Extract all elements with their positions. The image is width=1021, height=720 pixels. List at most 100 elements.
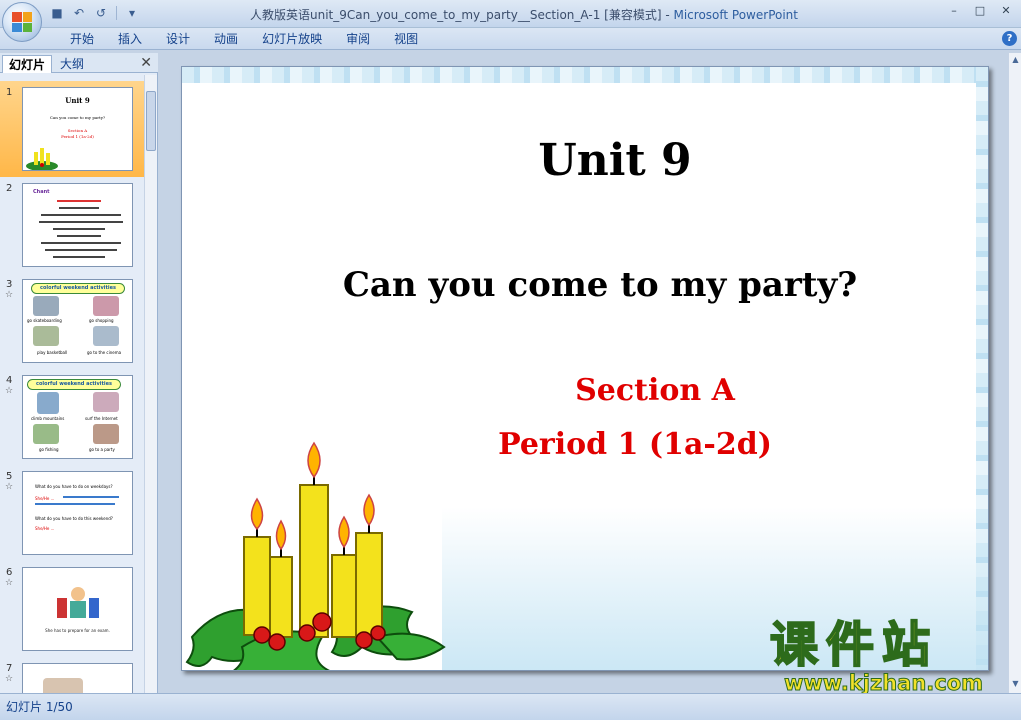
slide-preview: Chant: [22, 183, 133, 267]
slide-section[interactable]: Section A: [182, 373, 988, 408]
scrollbar-thumb[interactable]: [146, 91, 156, 151]
window-title: 人教版英语unit_9Can_you_come_to_my_party__Sec…: [250, 6, 798, 23]
status-bar: 幻灯片 1/50: [0, 693, 1021, 720]
activity-picture: [93, 296, 119, 316]
slide-thumbnail[interactable]: 3 ☆ colorful weekend activities go skate…: [0, 273, 144, 369]
thumb-answer: She/He ...: [35, 526, 55, 531]
slide-counter: 幻灯片 1/50: [6, 700, 73, 714]
scroll-down-icon[interactable]: ▼: [1009, 679, 1021, 693]
slide-preview: She has to prepare for an exam.: [22, 567, 133, 651]
activity-picture: [93, 392, 119, 412]
watermark-chinese: 课件站: [769, 617, 939, 673]
thumb-title: colorful weekend activities: [31, 283, 125, 294]
activity-picture: [93, 424, 119, 444]
customize-toolbar-icon[interactable]: ▾: [123, 4, 141, 22]
slides-panel: 幻灯片 大纲 ✕ 1 Unit 9 Can you come to my par…: [0, 53, 158, 693]
student-books-picture: [57, 587, 99, 618]
redo-icon[interactable]: ↺: [92, 4, 110, 22]
thumb-question: What do you have to do on weekdays?: [35, 484, 113, 489]
answer-line: [63, 496, 119, 498]
activity-label: climb mountains: [31, 416, 65, 421]
watermark-url: www.kjzhan.com: [784, 671, 984, 695]
slide-subtitle[interactable]: Can you come to my party?: [182, 265, 988, 305]
close-icon[interactable]: ✕: [997, 3, 1015, 19]
office-button[interactable]: [2, 2, 42, 42]
christmas-candles-picture: [185, 441, 446, 670]
help-icon[interactable]: ?: [1002, 31, 1017, 46]
thumb-title: Unit 9: [65, 96, 90, 105]
quick-access-toolbar: ■ ↶ ↺ ▾: [48, 4, 141, 22]
activity-label: go skateboarding: [27, 318, 62, 323]
thumb-period: Period 1 (1a-2d): [61, 134, 94, 139]
slide-preview: What do you have to do on weekdays? She/…: [22, 471, 133, 555]
activity-label: go shopping: [89, 318, 114, 323]
tab-home[interactable]: 开始: [58, 31, 106, 48]
slide-number: 3: [6, 279, 13, 290]
slide-preview: Unit 9 Can you come to my party? Section…: [22, 87, 133, 171]
activity-label: go fishing: [39, 447, 59, 452]
activity-label: play basketball: [37, 350, 68, 355]
tab-insert[interactable]: 插入: [106, 31, 154, 48]
activity-picture: [93, 326, 119, 346]
animation-icon: ☆: [5, 290, 14, 300]
animation-icon: ☆: [5, 674, 14, 684]
slide-scrollbar[interactable]: ▲ ▼: [1008, 53, 1021, 693]
slide-number: 6: [6, 567, 13, 578]
animation-icon: ☆: [5, 578, 14, 588]
title-bar: ■ ↶ ↺ ▾ 人教版英语unit_9Can_you_come_to_my_pa…: [0, 0, 1021, 28]
candles-icon: [26, 148, 58, 170]
close-panel-icon[interactable]: ✕: [140, 55, 152, 71]
scroll-up-icon[interactable]: ▲: [1009, 55, 1021, 69]
ribbon: 开始 插入 设计 动画 幻灯片放映 审阅 视图 ?: [0, 28, 1021, 50]
slide-thumbnail[interactable]: 7 ☆: [0, 657, 144, 693]
tab-slideshow[interactable]: 幻灯片放映: [250, 31, 334, 48]
toolbar-separator: [116, 6, 117, 20]
slide-thumbnail[interactable]: 6 ☆ She has to prepare for an exam.: [0, 561, 144, 657]
activity-label: go to a party: [89, 447, 115, 452]
activity-picture: [33, 424, 59, 444]
office-logo-icon: [12, 12, 32, 32]
slide-number: 5: [6, 471, 13, 482]
slide-thumbnail[interactable]: 4 ☆ colorful weekend activities climb mo…: [0, 369, 144, 465]
slide-number: 2: [6, 183, 13, 194]
activity-label: go to the cinema: [87, 350, 122, 355]
animation-icon: ☆: [5, 482, 14, 492]
thumbnail-scrollbar[interactable]: [144, 75, 157, 693]
maximize-icon[interactable]: □: [971, 3, 989, 19]
tab-outline[interactable]: 大纲: [54, 55, 90, 73]
tab-slides[interactable]: 幻灯片: [2, 55, 53, 73]
slide-title[interactable]: Unit 9: [182, 135, 988, 186]
slide-thumbnail[interactable]: 1 Unit 9 Can you come to my party? Secti…: [0, 81, 144, 177]
title-separator: -: [661, 8, 674, 22]
thumb-answer: She/He ...: [35, 496, 55, 501]
thumbnail-list: 1 Unit 9 Can you come to my party? Secti…: [0, 75, 144, 693]
slide-preview: colorful weekend activities go skateboar…: [22, 279, 133, 363]
current-slide[interactable]: Unit 9 Can you come to my party? Section…: [181, 66, 989, 671]
tab-animations[interactable]: 动画: [202, 31, 250, 48]
slide-thumbnail[interactable]: 5 ☆ What do you have to do on weekdays? …: [0, 465, 144, 561]
minimize-icon[interactable]: –: [945, 3, 963, 19]
site-watermark: 课件站 www.kjzhan.com: [769, 617, 1006, 698]
thumb-section: Section A: [67, 128, 88, 133]
slide-top-border: [182, 67, 988, 83]
thumb-caption: She has to prepare for an exam.: [45, 628, 110, 633]
document-name: 人教版英语unit_9Can_you_come_to_my_party__Sec…: [250, 8, 662, 22]
slide-picture: [43, 678, 83, 693]
chant-text-lines: [39, 200, 123, 258]
tab-design[interactable]: 设计: [154, 31, 202, 48]
tab-review[interactable]: 审阅: [334, 31, 382, 48]
slide-thumbnail[interactable]: 2 Chant: [0, 177, 144, 273]
thumb-title: Chant: [33, 189, 50, 195]
thumb-question: What do you have to do this weekend?: [35, 516, 113, 521]
undo-icon[interactable]: ↶: [70, 4, 88, 22]
activity-picture: [33, 296, 59, 316]
app-name: Microsoft PowerPoint: [673, 8, 798, 22]
slide-preview: [22, 663, 133, 693]
slide-number: 7: [6, 663, 13, 674]
thumb-subtitle: Can you come to my party?: [49, 115, 106, 120]
tab-view[interactable]: 视图: [382, 31, 430, 48]
activity-label: surf the Internet: [85, 416, 118, 421]
activity-picture: [37, 392, 59, 414]
slide-preview: colorful weekend activities climb mounta…: [22, 375, 133, 459]
save-icon[interactable]: ■: [48, 4, 66, 22]
